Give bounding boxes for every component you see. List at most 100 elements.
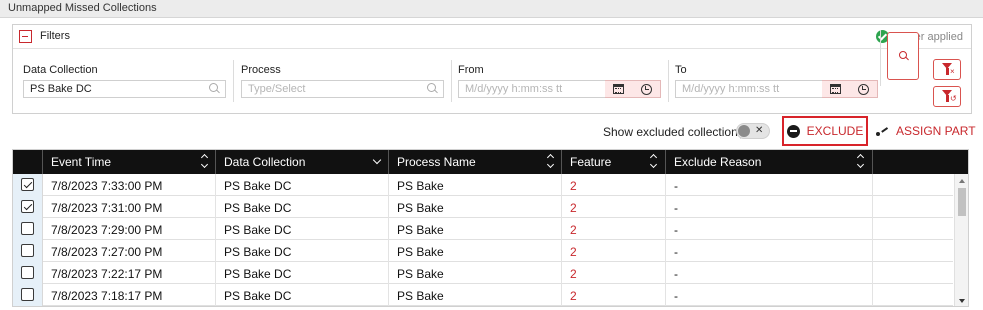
cell-data-collection: PS Bake DC bbox=[216, 262, 389, 284]
cell-exclude-reason: - bbox=[666, 174, 873, 196]
cell-feature[interactable]: 2 bbox=[562, 240, 666, 262]
data-collection-label: Data Collection bbox=[23, 64, 98, 76]
cell-feature[interactable]: 2 bbox=[562, 196, 666, 218]
table-row[interactable]: 7/8/2023 7:31:00 PM PS Bake DC PS Bake 2- bbox=[13, 196, 953, 218]
row-select-cell bbox=[13, 240, 43, 262]
cell-data-collection: PS Bake DC bbox=[216, 196, 389, 218]
row-select-cell bbox=[13, 174, 43, 196]
cell-exclude-reason: - bbox=[666, 240, 873, 262]
cell-feature[interactable]: 2 bbox=[562, 174, 666, 196]
row-checkbox[interactable] bbox=[21, 288, 34, 301]
show-excluded-toggle[interactable]: ✕ bbox=[736, 123, 770, 139]
row-checkbox[interactable] bbox=[21, 222, 34, 235]
from-datetime-input[interactable]: M/d/yyyy h:mm:ss tt bbox=[458, 80, 606, 98]
header-label: Data Collection bbox=[224, 155, 306, 169]
filters-panel: Filters 1 filter applied Data Collection… bbox=[12, 24, 972, 114]
row-select-cell bbox=[13, 284, 43, 306]
sort-icon bbox=[857, 154, 865, 170]
vertical-scrollbar[interactable] bbox=[954, 174, 968, 306]
cell-feature[interactable]: 2 bbox=[562, 218, 666, 240]
funnel-clear-icon: × bbox=[942, 63, 955, 76]
collections-grid: Event Time Data Collection Process Name … bbox=[12, 149, 969, 307]
table-row[interactable]: 7/8/2023 7:29:00 PM PS Bake DC PS Bake 2- bbox=[13, 218, 953, 240]
search-icon[interactable] bbox=[209, 83, 220, 94]
cell-data-collection: PS Bake DC bbox=[216, 240, 389, 262]
header-label: Exclude Reason bbox=[674, 155, 762, 169]
grid-header: Event Time Data Collection Process Name … bbox=[13, 150, 968, 174]
row-select-cell bbox=[13, 218, 43, 240]
header-exclude-reason[interactable]: Exclude Reason bbox=[666, 150, 873, 174]
cell-event-time: 7/8/2023 7:27:00 PM bbox=[43, 240, 216, 262]
cell-exclude-reason: - bbox=[666, 196, 873, 218]
header-label: Process Name bbox=[397, 155, 476, 169]
cell-feature[interactable]: 2 bbox=[562, 284, 666, 306]
header-data-collection[interactable]: Data Collection bbox=[216, 150, 389, 174]
cell-data-collection: PS Bake DC bbox=[216, 218, 389, 240]
to-picker-buttons bbox=[822, 80, 878, 98]
scroll-up-icon[interactable] bbox=[959, 179, 965, 183]
data-collection-input[interactable]: PS Bake DC bbox=[23, 80, 226, 98]
clock-icon[interactable] bbox=[640, 83, 652, 95]
cell-exclude-reason: - bbox=[666, 284, 873, 306]
sort-icon bbox=[547, 154, 555, 170]
divider bbox=[668, 60, 669, 102]
scroll-down-icon[interactable] bbox=[959, 299, 965, 303]
table-row[interactable]: 7/8/2023 7:33:00 PM PS Bake DC PS Bake 2- bbox=[13, 174, 953, 196]
header-event-time[interactable]: Event Time bbox=[43, 150, 216, 174]
sort-icon bbox=[201, 154, 209, 170]
reset-filter-button[interactable]: ↺ bbox=[933, 86, 961, 107]
exclude-label: EXCLUDE bbox=[806, 124, 864, 138]
header-feature[interactable]: Feature bbox=[562, 150, 666, 174]
cell-process-name: PS Bake bbox=[389, 174, 562, 196]
assign-part-label: ASSIGN PART bbox=[896, 124, 976, 138]
cell-event-time: 7/8/2023 7:31:00 PM bbox=[43, 196, 216, 218]
cell-process-name: PS Bake bbox=[389, 284, 562, 306]
filters-title: Filters bbox=[40, 30, 70, 42]
assign-part-button[interactable]: ASSIGN PART bbox=[876, 124, 976, 138]
cell-process-name: PS Bake bbox=[389, 262, 562, 284]
cell-data-collection: PS Bake DC bbox=[216, 174, 389, 196]
page-title: Unmapped Missed Collections bbox=[8, 2, 157, 14]
cell-process-name: PS Bake bbox=[389, 196, 562, 218]
filters-header: Filters 1 filter applied bbox=[13, 25, 971, 49]
header-process-name[interactable]: Process Name bbox=[389, 150, 562, 174]
cell-event-time: 7/8/2023 7:22:17 PM bbox=[43, 262, 216, 284]
cell-process-name: PS Bake bbox=[389, 240, 562, 262]
calendar-icon[interactable] bbox=[830, 84, 842, 94]
close-icon: ✕ bbox=[755, 125, 764, 136]
row-checkbox[interactable] bbox=[21, 266, 34, 279]
table-row[interactable]: 7/8/2023 7:18:17 PM PS Bake DC PS Bake 2- bbox=[13, 284, 953, 306]
table-row[interactable]: 7/8/2023 7:27:00 PM PS Bake DC PS Bake 2- bbox=[13, 240, 953, 262]
row-select-cell bbox=[13, 196, 43, 218]
exclude-button[interactable]: EXCLUDE bbox=[782, 116, 868, 146]
assign-icon bbox=[876, 125, 890, 137]
row-checkbox[interactable] bbox=[21, 200, 34, 213]
clear-filter-button[interactable]: × bbox=[933, 59, 961, 80]
row-checkbox[interactable] bbox=[21, 178, 34, 191]
cell-data-collection: PS Bake DC bbox=[216, 284, 389, 306]
cell-feature[interactable]: 2 bbox=[562, 262, 666, 284]
to-datetime-input[interactable]: M/d/yyyy h:mm:ss tt bbox=[675, 80, 823, 98]
process-label: Process bbox=[241, 64, 281, 76]
cell-exclude-reason: - bbox=[666, 218, 873, 240]
from-label: From bbox=[458, 64, 484, 76]
cell-event-time: 7/8/2023 7:29:00 PM bbox=[43, 218, 216, 240]
calendar-icon[interactable] bbox=[613, 84, 625, 94]
table-row[interactable]: 7/8/2023 7:22:17 PM PS Bake DC PS Bake 2- bbox=[13, 262, 953, 284]
collapse-icon[interactable] bbox=[19, 30, 32, 43]
show-excluded-label: Show excluded collection(s) bbox=[603, 125, 752, 139]
header-label: Event Time bbox=[51, 155, 112, 169]
process-input[interactable]: Type/Select bbox=[241, 80, 444, 98]
divider bbox=[451, 60, 452, 102]
row-checkbox[interactable] bbox=[21, 244, 34, 257]
from-picker-buttons bbox=[605, 80, 661, 98]
chevron-down-icon bbox=[372, 155, 382, 165]
sort-icon bbox=[650, 154, 658, 170]
search-icon[interactable] bbox=[427, 83, 438, 94]
title-bar: Unmapped Missed Collections bbox=[0, 0, 983, 18]
scroll-thumb[interactable] bbox=[958, 188, 966, 216]
clock-icon[interactable] bbox=[857, 83, 869, 95]
row-select-cell bbox=[13, 262, 43, 284]
cell-event-time: 7/8/2023 7:33:00 PM bbox=[43, 174, 216, 196]
apply-filter-button[interactable] bbox=[887, 32, 919, 80]
